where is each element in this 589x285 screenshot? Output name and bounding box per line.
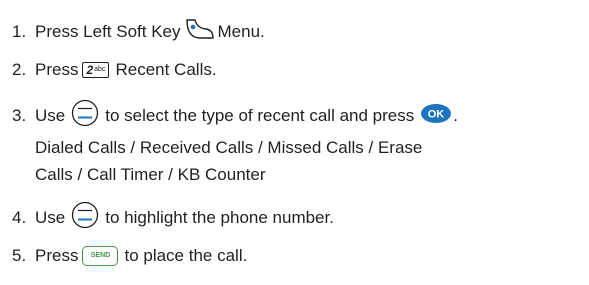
- left-soft-key-icon: [184, 17, 216, 47]
- step-text-end: to place the call.: [124, 246, 248, 265]
- step-period: .: [453, 106, 458, 125]
- step-3: 3. Use to select the type of recent call…: [12, 99, 458, 133]
- step-text-mid: to select the type of recent call and pr…: [105, 106, 415, 125]
- ok-key-icon: OK: [420, 103, 452, 130]
- step-number: 2.: [12, 60, 27, 79]
- step-4: 4. Use to highlight the phone number.: [12, 201, 334, 235]
- step-2: 2. Press 2 abc Recent Calls.: [12, 59, 217, 81]
- call-types-line-1: Dialed Calls / Received Calls / Missed C…: [35, 138, 423, 157]
- step-number: 5.: [12, 246, 27, 265]
- step-5: 5. Press SEND to place the call.: [12, 245, 247, 267]
- call-types-line-2: Calls / Call Timer / KB Counter: [35, 165, 266, 184]
- step-1: 1. Press Left Soft Key Menu.: [12, 17, 265, 47]
- step-text: Press Left Soft Key: [35, 22, 181, 41]
- step-text: Press: [35, 60, 79, 79]
- step-text-end: Recent Calls.: [115, 60, 217, 79]
- number-2-key-icon: 2 abc: [82, 62, 110, 78]
- step-text-end: to highlight the phone number.: [105, 208, 334, 227]
- step-text: Press: [35, 246, 79, 265]
- step-text: Use: [35, 106, 66, 125]
- step-number: 4.: [12, 208, 27, 227]
- send-key-icon: SEND: [82, 246, 119, 266]
- step-number: 1.: [12, 22, 27, 41]
- step-text: Use: [35, 208, 66, 227]
- step-text-end: Menu.: [217, 22, 265, 41]
- step-number: 3.: [12, 106, 27, 125]
- navigation-key-icon: [71, 201, 99, 235]
- svg-text:OK: OK: [428, 108, 445, 120]
- navigation-key-icon: [71, 99, 99, 133]
